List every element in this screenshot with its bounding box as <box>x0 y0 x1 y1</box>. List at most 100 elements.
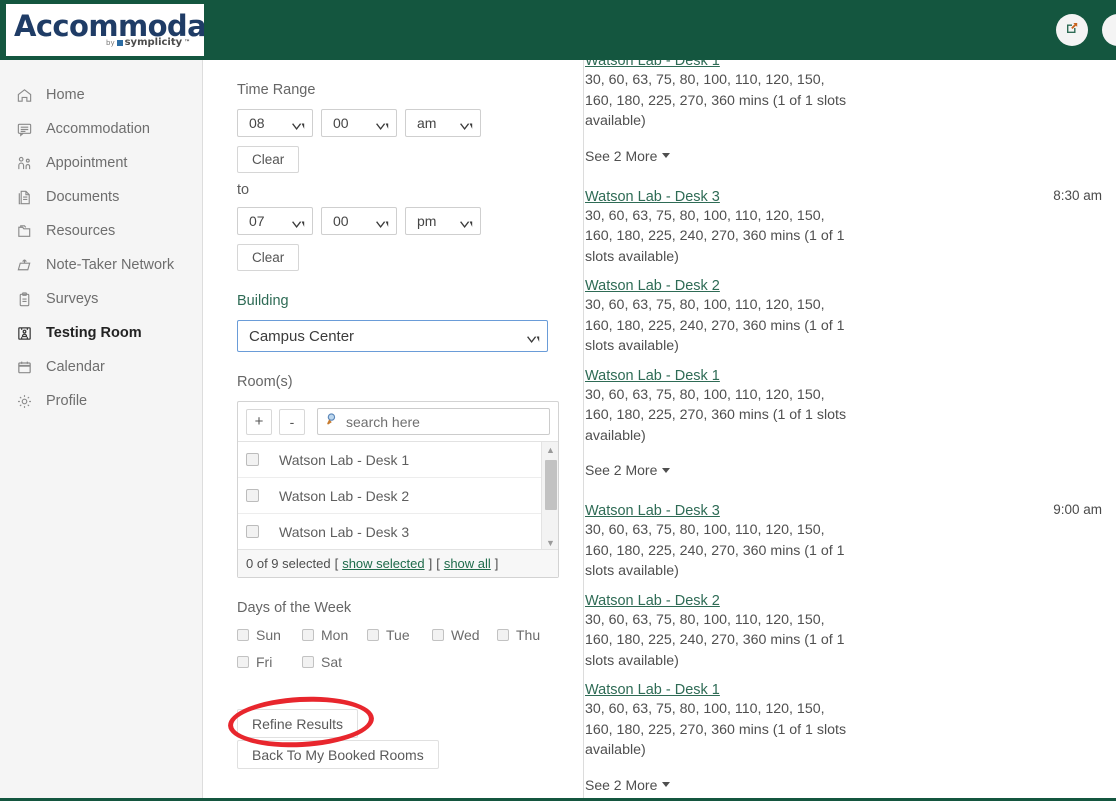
day-checkbox-tue[interactable]: Tue <box>367 627 432 643</box>
sidebar-item-profile[interactable]: Profile <box>0 384 202 418</box>
sidebar-item-label: Note-Taker Network <box>46 257 175 273</box>
symplicity-square-icon <box>116 39 123 46</box>
result-room-link[interactable]: Watson Lab - Desk 1 <box>585 682 720 698</box>
result-room-link[interactable]: Watson Lab - Desk 2 <box>585 593 720 609</box>
day-label: Wed <box>451 627 480 643</box>
checkbox-icon[interactable] <box>237 629 249 641</box>
time-range-to-label: to <box>237 182 250 198</box>
end-time-clear-button[interactable]: Clear <box>237 244 300 271</box>
see-more-label: See 2 More <box>585 462 658 478</box>
time-range-label: Time Range <box>237 82 316 98</box>
room-checkbox[interactable] <box>246 525 259 538</box>
sidebar-item-note-taker-network[interactable]: Note-Taker Network <box>0 248 202 282</box>
result-slot-description: 30, 60, 63, 75, 80, 100, 110, 120, 150, … <box>585 297 845 354</box>
result-slot-description: 30, 60, 63, 75, 80, 100, 110, 120, 150, … <box>585 522 845 579</box>
end-meridiem-select[interactable]: pm <box>405 207 481 235</box>
see-more-toggle[interactable]: See 2 More <box>585 462 671 478</box>
room-checkbox[interactable] <box>246 453 259 466</box>
days-of-week-label: Days of the Week <box>237 600 352 616</box>
day-checkbox-thu[interactable]: Thu <box>497 627 562 643</box>
result-room-link[interactable]: Watson Lab - Desk 2 <box>585 278 720 294</box>
rooms-list-scrollbar[interactable]: ▲ ▼ <box>541 442 558 549</box>
testing-room-icon <box>14 323 34 343</box>
sidebar-item-label: Documents <box>46 189 120 205</box>
rooms-search-input[interactable]: search here <box>317 408 550 435</box>
chevron-down-icon <box>376 217 389 228</box>
back-to-booked-rooms-button[interactable]: Back To My Booked Rooms <box>237 740 439 769</box>
rooms-list-item[interactable]: Watson Lab - Desk 3 <box>238 514 558 549</box>
result-room-link[interactable]: Watson Lab - Desk 1 <box>585 368 720 384</box>
rooms-remove-button[interactable]: - <box>279 408 305 435</box>
search-icon <box>326 412 340 431</box>
sidebar-item-label: Accommodation <box>46 121 150 137</box>
sidebar-item-testing-room[interactable]: Testing Room <box>0 316 202 350</box>
start-minute-select[interactable]: 00 <box>321 109 397 137</box>
rooms-toolbar: + - search here <box>238 402 558 441</box>
room-checkbox[interactable] <box>246 489 259 502</box>
day-checkbox-sat[interactable]: Sat <box>302 654 367 670</box>
people-icon <box>14 153 34 173</box>
day-label: Sat <box>321 654 343 670</box>
scroll-up-icon[interactable]: ▲ <box>542 442 558 457</box>
sidebar-item-home[interactable]: Home <box>0 78 202 112</box>
result-room-link[interactable]: Watson Lab - Desk 1 <box>585 60 720 69</box>
end-hour-select[interactable]: 07 <box>237 207 313 235</box>
user-menu-button[interactable] <box>1102 14 1116 46</box>
building-select[interactable]: Campus Center <box>237 320 548 352</box>
bracket-open: [ <box>334 556 339 571</box>
sidebar-item-appointment[interactable]: Appointment <box>0 146 202 180</box>
result-slot-description: 30, 60, 63, 75, 80, 100, 110, 120, 150, … <box>585 386 847 444</box>
result-room-link[interactable]: Watson Lab - Desk 3 <box>585 189 720 205</box>
sidebar-item-documents[interactable]: Documents <box>0 180 202 214</box>
header-icon-group <box>1056 14 1116 46</box>
see-more-toggle[interactable]: See 2 More <box>585 148 671 164</box>
chevron-down-icon <box>376 119 389 130</box>
start-time-clear-button[interactable]: Clear <box>237 146 300 173</box>
end-time-row: 07 00 pm <box>237 207 583 235</box>
end-meridiem-value: pm <box>417 213 437 229</box>
start-minute-value: 00 <box>333 115 349 131</box>
checkbox-icon[interactable] <box>237 656 249 668</box>
sidebar-item-accommodation[interactable]: Accommodation <box>0 112 202 146</box>
day-checkbox-mon[interactable]: Mon <box>302 627 367 643</box>
start-hour-select[interactable]: 08 <box>237 109 313 137</box>
result-item: Watson Lab - Desk 2 30, 60, 63, 75, 80, … <box>585 277 1102 357</box>
message-list-icon <box>14 119 34 139</box>
result-slot-description: 30, 60, 63, 75, 80, 100, 110, 120, 150, … <box>585 611 845 669</box>
end-minute-select[interactable]: 00 <box>321 207 397 235</box>
scroll-down-icon[interactable]: ▼ <box>542 535 558 549</box>
sidebar-item-calendar[interactable]: Calendar <box>0 350 202 384</box>
logo-by-text: by <box>106 38 115 47</box>
show-selected-link[interactable]: show selected <box>342 556 424 571</box>
filter-form-panel: Time Range 08 00 am Clear to 07 00 pm Cl… <box>204 60 584 798</box>
sidebar-item-resources[interactable]: Resources <box>0 214 202 248</box>
start-meridiem-select[interactable]: am <box>405 109 481 137</box>
app-logo[interactable]: Accommodate by symplicity ™ <box>6 4 204 56</box>
checkbox-icon[interactable] <box>302 629 314 641</box>
rooms-add-button[interactable]: + <box>246 408 272 435</box>
end-hour-value: 07 <box>249 213 265 229</box>
days-row-2: Fri Sat <box>237 654 583 670</box>
rooms-list-item[interactable]: Watson Lab - Desk 2 <box>238 478 558 514</box>
see-more-toggle[interactable]: See 2 More <box>585 777 671 793</box>
scrollbar-thumb[interactable] <box>545 460 557 510</box>
result-room-link[interactable]: Watson Lab - Desk 3 <box>585 503 720 519</box>
days-row-1: Sun Mon Tue Wed Thu <box>237 627 583 643</box>
refine-results-button[interactable]: Refine Results <box>237 709 359 738</box>
checkbox-icon[interactable] <box>432 629 444 641</box>
checkbox-icon[interactable] <box>367 629 379 641</box>
day-checkbox-fri[interactable]: Fri <box>237 654 302 670</box>
day-checkbox-sun[interactable]: Sun <box>237 627 302 643</box>
checkbox-icon[interactable] <box>302 656 314 668</box>
day-checkbox-wed[interactable]: Wed <box>432 627 497 643</box>
rooms-list-item[interactable]: Watson Lab - Desk 1 <box>238 442 558 478</box>
checkbox-icon[interactable] <box>497 629 509 641</box>
external-link-button[interactable] <box>1056 14 1088 46</box>
show-all-link[interactable]: show all <box>444 556 491 571</box>
room-label: Watson Lab - Desk 1 <box>279 451 410 468</box>
sidebar-item-surveys[interactable]: Surveys <box>0 282 202 316</box>
bracket-open-2: [ <box>436 556 440 571</box>
chevron-down-icon <box>292 217 305 228</box>
chevron-down-icon <box>460 119 473 130</box>
day-label: Thu <box>516 627 541 643</box>
